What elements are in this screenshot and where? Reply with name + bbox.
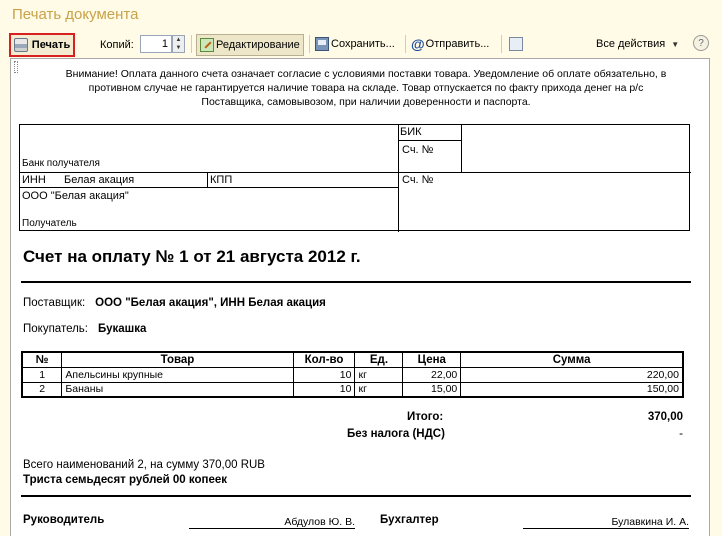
vat-value: - — [679, 428, 683, 440]
row-num: 2 — [21, 381, 63, 398]
col-header-item: Товар — [61, 351, 294, 368]
supplier-label: Поставщик: — [23, 297, 86, 309]
document-spreadsheet[interactable]: Внимание! Оплата данного счета означает … — [10, 58, 710, 536]
payment-notice: Внимание! Оплата данного счета означает … — [65, 68, 667, 108]
edit-button-label: Редактирование — [216, 39, 300, 51]
recipient-account-label: Сч. № — [402, 174, 434, 186]
edit-icon — [200, 38, 214, 52]
bank-details-block: БИК Сч. № Банк получателя ИНН Белая акац… — [19, 124, 691, 232]
help-icon: ? — [693, 35, 709, 51]
supplier-row: Поставщик: ООО "Белая акация", ИНН Белая… — [23, 297, 326, 309]
table-header-row: № Товар Кол-во Ед. Цена Сумма — [21, 351, 684, 368]
invoice-title: Счет на оплату № 1 от 21 августа 2012 г. — [23, 247, 361, 266]
summary-divider — [21, 495, 691, 497]
copies-label: Копий: — [100, 39, 134, 51]
row-qty: 10 — [292, 381, 356, 398]
print-button[interactable]: Печать — [9, 33, 75, 57]
toolbar-separator — [309, 35, 310, 53]
summary-count: Всего наименований 2, на сумму 370,00 RU… — [23, 459, 265, 471]
row-sum: 150,00 — [460, 381, 684, 398]
recipient-name: ООО "Белая акация" — [22, 190, 129, 202]
accountant-signature-line — [523, 528, 689, 529]
summary-amount-words: Триста семьдесят рублей 00 копеек — [23, 474, 228, 486]
cell-cursor — [14, 61, 18, 73]
supplier-value: ООО "Белая акация", ИНН Белая акация — [95, 297, 326, 309]
send-button-label: Отправить... — [425, 38, 490, 50]
send-button[interactable]: @ Отправить... — [411, 34, 489, 54]
row-price: 15,00 — [402, 381, 462, 398]
table-row: 2 Бананы 10 кг 15,00 150,00 — [21, 381, 684, 398]
col-header-sum: Сумма — [460, 351, 684, 368]
edit-toggle-button[interactable]: Редактирование — [196, 34, 304, 56]
spin-down-icon[interactable]: ▼ — [173, 44, 184, 52]
col-header-qty: Кол-во — [292, 351, 356, 368]
save-button[interactable]: Сохранить... — [315, 34, 395, 54]
row-item: Апельсины крупные — [61, 366, 294, 383]
toolbar-separator — [501, 35, 502, 53]
row-qty: 10 — [292, 366, 356, 383]
copies-input[interactable]: 1 — [140, 35, 172, 53]
toolbar-separator — [405, 35, 406, 53]
dropdown-arrow-icon: ▼ — [671, 39, 680, 49]
inn-label: ИНН — [22, 174, 46, 186]
bik-label: БИК — [400, 126, 422, 138]
total-label: Итого: — [407, 411, 444, 423]
all-actions-label: Все действия — [596, 38, 666, 50]
page-preview-icon — [509, 37, 523, 51]
director-label: Руководитель — [23, 514, 105, 526]
toolbar: Печать Копий: 1 ▲ ▼ Редактирование Сохра… — [0, 30, 722, 58]
row-item: Бананы — [61, 381, 294, 398]
printer-icon — [13, 38, 28, 52]
row-num: 1 — [21, 366, 63, 383]
print-button-label: Печать — [31, 39, 71, 51]
director-signature-line — [189, 528, 355, 529]
row-unit: кг — [354, 366, 404, 383]
buyer-label: Покупатель: — [23, 323, 88, 335]
total-value: 370,00 — [647, 411, 683, 423]
buyer-row: Покупатель: Букашка — [23, 323, 146, 335]
buyer-value: Букашка — [98, 323, 147, 335]
spin-up-icon[interactable]: ▲ — [173, 36, 184, 44]
director-name: Абдулов Ю. В. — [284, 516, 355, 528]
all-actions-menu[interactable]: Все действия ▼ — [596, 34, 679, 54]
at-sign-icon: @ — [411, 36, 425, 52]
preview-button[interactable] — [509, 34, 525, 54]
row-unit: кг — [354, 381, 404, 398]
title-divider — [21, 281, 691, 283]
table-row: 1 Апельсины крупные 10 кг 22,00 220,00 — [21, 366, 684, 383]
col-header-unit: Ед. — [354, 351, 404, 368]
bank-account-label: Сч. № — [402, 144, 434, 156]
items-table: № Товар Кол-во Ед. Цена Сумма 1 Апельсин… — [21, 351, 684, 398]
row-sum: 220,00 — [460, 366, 684, 383]
help-button[interactable]: ? — [693, 33, 709, 53]
floppy-disk-icon — [315, 37, 329, 51]
vat-label: Без налога (НДС) — [347, 428, 445, 440]
recipient-label: Получатель — [22, 218, 77, 229]
save-button-label: Сохранить... — [331, 38, 395, 50]
accountant-name: Булавкина И. А. — [611, 516, 689, 528]
copies-spinner[interactable]: ▲ ▼ — [172, 35, 185, 53]
window-title: Печать документа — [12, 6, 139, 23]
accountant-label: Бухгалтер — [380, 514, 439, 526]
inn-value: Белая акация — [64, 174, 135, 186]
row-price: 22,00 — [402, 366, 462, 383]
col-header-price: Цена — [402, 351, 462, 368]
kpp-label: КПП — [210, 174, 233, 186]
toolbar-separator — [191, 35, 192, 53]
recipient-bank-label: Банк получателя — [22, 158, 100, 169]
col-header-num: № — [21, 351, 63, 368]
